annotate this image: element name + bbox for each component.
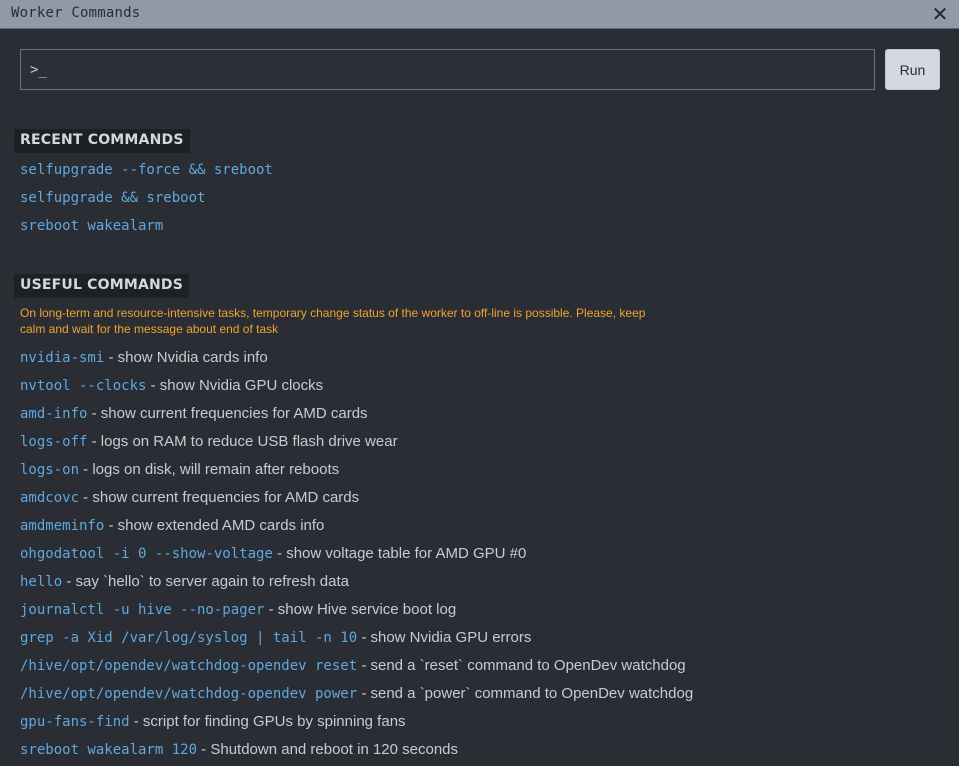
useful-command-description: - show Hive service boot log — [264, 601, 457, 618]
useful-command-link[interactable]: ohgodatool -i 0 --show-voltage — [20, 546, 273, 562]
useful-command-link[interactable]: sreboot wakealarm 120 — [20, 742, 197, 758]
useful-command-link[interactable]: /hive/opt/opendev/watchdog-opendev reset — [20, 658, 357, 674]
useful-command-link[interactable]: nvtool --clocks — [20, 378, 146, 394]
useful-command-link[interactable]: grep -a Xid /var/log/syslog | tail -n 10 — [20, 630, 357, 646]
useful-command-row: amdmeminfo - show extended AMD cards inf… — [20, 514, 693, 542]
useful-command-description: - show Nvidia GPU errors — [357, 629, 532, 646]
useful-command-description: - show Nvidia GPU clocks — [146, 377, 324, 394]
useful-command-row: hello - say `hello` to server again to r… — [20, 570, 693, 598]
useful-command-description: - show voltage table for AMD GPU #0 — [272, 545, 527, 562]
useful-command-link[interactable]: nvidia-smi — [20, 350, 104, 366]
useful-command-description: - show current frequencies for AMD cards — [87, 405, 368, 422]
close-icon[interactable]: ✕ — [929, 2, 951, 26]
run-button[interactable]: Run — [885, 49, 940, 90]
recent-command-item[interactable]: selfupgrade && sreboot — [20, 188, 273, 216]
window-titlebar: Worker Commands ✕ — [0, 0, 959, 29]
recent-commands-heading: RECENT COMMANDS — [14, 129, 190, 153]
useful-command-link[interactable]: amdmeminfo — [20, 518, 104, 534]
useful-command-description: - Shutdown and reboot in 120 seconds — [197, 741, 459, 758]
useful-command-row: logs-on - logs on disk, will remain afte… — [20, 458, 693, 486]
useful-command-link[interactable]: logs-off — [20, 434, 87, 450]
useful-command-row: /hive/opt/opendev/watchdog-opendev reset… — [20, 654, 693, 682]
useful-command-description: - script for finding GPUs by spinning fa… — [129, 713, 406, 730]
command-input[interactable] — [20, 49, 875, 90]
useful-command-description: - logs on disk, will remain after reboot… — [79, 461, 340, 478]
useful-command-row: logs-off - logs on RAM to reduce USB fla… — [20, 430, 693, 458]
useful-command-link[interactable]: hello — [20, 574, 62, 590]
useful-command-description: - send a `reset` command to OpenDev watc… — [357, 657, 686, 674]
useful-command-row: sreboot wakealarm 120 - Shutdown and reb… — [20, 738, 693, 766]
recent-commands-list: selfupgrade --force && sreboot selfupgra… — [20, 160, 273, 244]
useful-command-row: ohgodatool -i 0 --show-voltage - show vo… — [20, 542, 693, 570]
window-title: Worker Commands — [11, 5, 141, 21]
recent-command-item[interactable]: selfupgrade --force && sreboot — [20, 160, 273, 188]
recent-command-item[interactable]: sreboot wakealarm — [20, 216, 273, 244]
useful-command-link[interactable]: /hive/opt/opendev/watchdog-opendev power — [20, 686, 357, 702]
useful-command-row: gpu-fans-find - script for finding GPUs … — [20, 710, 693, 738]
offline-warning: On long-term and resource-intensive task… — [20, 306, 646, 336]
useful-command-description: - logs on RAM to reduce USB flash drive … — [87, 433, 398, 450]
useful-command-description: - show extended AMD cards info — [104, 517, 325, 534]
useful-command-row: amd-info - show current frequencies for … — [20, 402, 693, 430]
useful-command-row: grep -a Xid /var/log/syslog | tail -n 10… — [20, 626, 693, 654]
useful-command-description: - show current frequencies for AMD cards — [79, 489, 360, 506]
useful-command-link[interactable]: journalctl -u hive --no-pager — [20, 602, 264, 618]
useful-command-description: - say `hello` to server again to refresh… — [62, 573, 349, 590]
useful-command-row: nvtool --clocks - show Nvidia GPU clocks — [20, 374, 693, 402]
useful-command-link[interactable]: gpu-fans-find — [20, 714, 130, 730]
useful-command-row: amdcovc - show current frequencies for A… — [20, 486, 693, 514]
useful-command-row: nvidia-smi - show Nvidia cards info — [20, 346, 693, 374]
useful-command-row: /hive/opt/opendev/watchdog-opendev power… — [20, 682, 693, 710]
useful-command-link[interactable]: amdcovc — [20, 490, 79, 506]
useful-command-link[interactable]: logs-on — [20, 462, 79, 478]
useful-command-link[interactable]: amd-info — [20, 406, 87, 422]
useful-command-description: - show Nvidia cards info — [104, 349, 268, 366]
useful-commands-heading: USEFUL COMMANDS — [14, 274, 190, 298]
useful-commands-list: nvidia-smi - show Nvidia cards info nvto… — [20, 346, 693, 766]
useful-command-description: - send a `power` command to OpenDev watc… — [357, 685, 694, 702]
useful-command-row: journalctl -u hive --no-pager - show Hiv… — [20, 598, 693, 626]
